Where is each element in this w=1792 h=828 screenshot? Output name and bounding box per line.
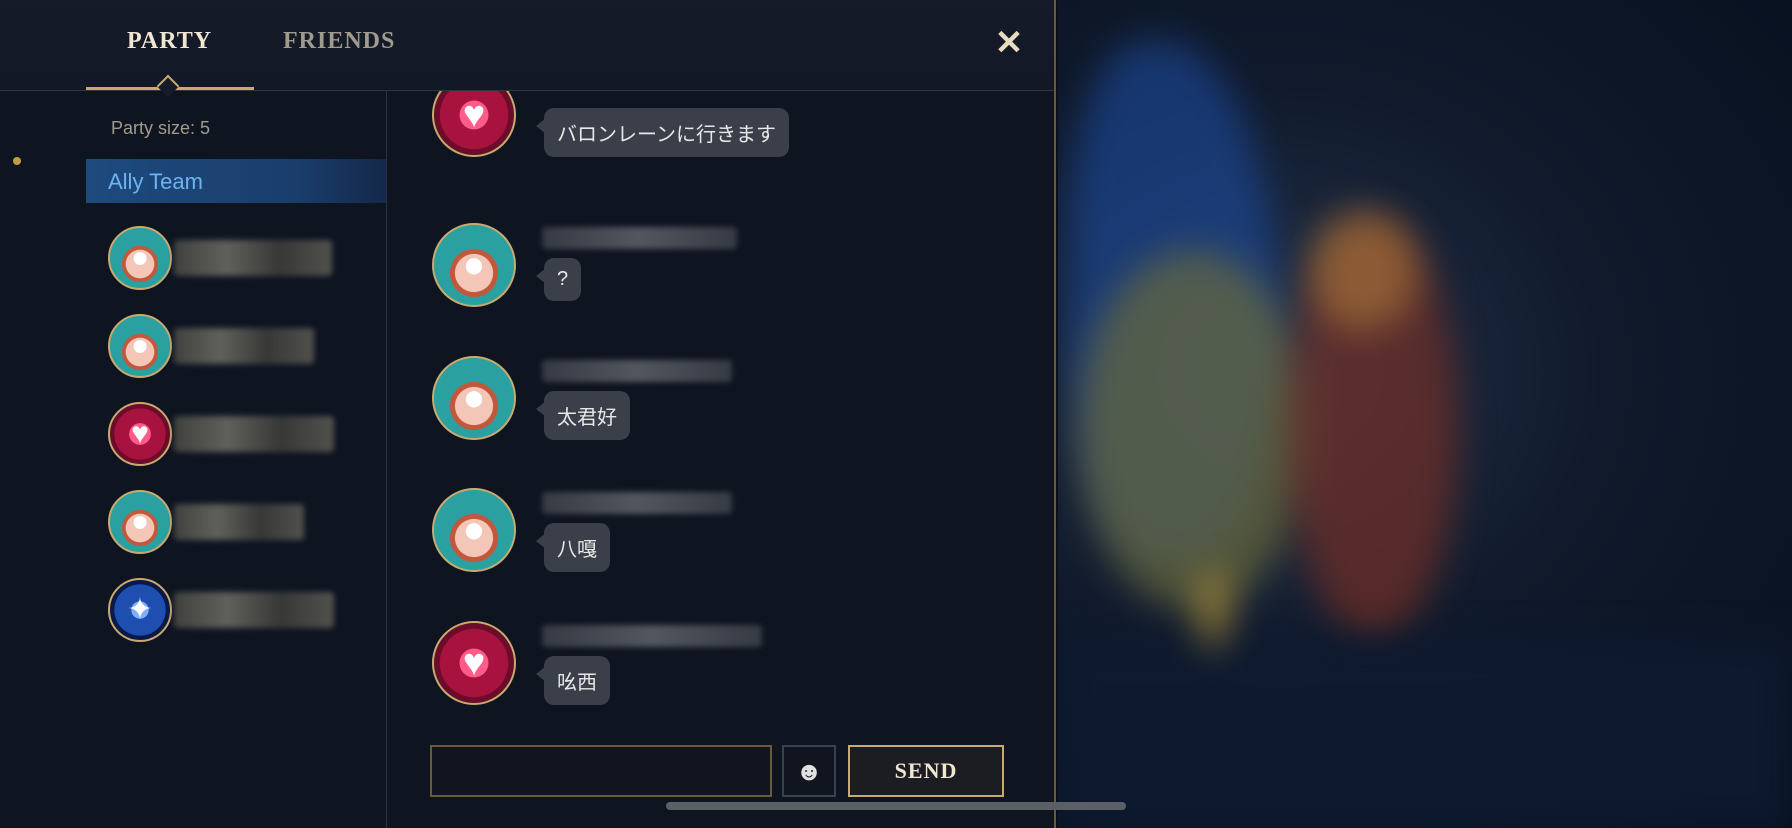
- message-bubble: ?: [535, 258, 582, 301]
- close-icon[interactable]: ✕: [992, 26, 1026, 60]
- poro-icon: ●: [108, 226, 172, 290]
- party-sidebar: Party size: 5 Ally Team ● ● ♥ ● ✦: [0, 91, 387, 828]
- party-member[interactable]: ✦: [108, 578, 338, 646]
- redacted-name: [174, 592, 334, 628]
- redacted-name: [174, 240, 332, 276]
- blurred-champion: [1078, 250, 1308, 610]
- message-bubble: 太君好: [536, 391, 630, 440]
- panel-header: PARTY FRIENDS ✕: [0, 0, 1054, 98]
- tab-friends[interactable]: FRIENDS: [283, 28, 395, 55]
- blurred-light: [1198, 570, 1228, 650]
- heart-icon: ♥: [432, 91, 516, 157]
- game-background: [1058, 0, 1792, 828]
- ally-team-label: Ally Team: [108, 169, 203, 194]
- redacted-sender-name: [542, 227, 737, 249]
- blurred-champion-head: [1308, 210, 1418, 330]
- chat-input[interactable]: [430, 745, 772, 797]
- redacted-name: [174, 416, 334, 452]
- blue-champion-icon: ✦: [108, 578, 172, 642]
- poro-icon: ●: [108, 490, 172, 554]
- unread-dot: [13, 157, 21, 165]
- blurred-floor: [1058, 640, 1792, 828]
- party-member[interactable]: ●: [108, 314, 338, 382]
- message-bubble: バロンレーンに行きます: [536, 108, 789, 157]
- poro-icon: ●: [432, 356, 516, 440]
- poro-icon: ●: [432, 223, 516, 307]
- redacted-name: [174, 328, 314, 364]
- party-member[interactable]: ●: [108, 226, 338, 294]
- heart-icon: ♥: [108, 402, 172, 466]
- message-list[interactable]: ♥ バロンレーンに行きます ● ? ● 太君好 ● 八嘎 ♥ 吆西: [388, 91, 1054, 731]
- redacted-sender-name: [542, 492, 732, 514]
- redacted-sender-name: [542, 360, 732, 382]
- party-size-label: Party size: 5: [111, 118, 211, 138]
- ally-team-channel[interactable]: Ally Team: [86, 159, 386, 203]
- tab-party[interactable]: PARTY: [127, 28, 212, 55]
- home-indicator[interactable]: [666, 802, 1126, 810]
- redacted-sender-name: [542, 625, 762, 647]
- message-bubble: 吆西: [536, 656, 610, 705]
- redacted-name: [174, 504, 304, 540]
- poro-icon: ●: [432, 488, 516, 572]
- message-bubble: 八嘎: [536, 523, 610, 572]
- party-member[interactable]: ●: [108, 490, 338, 558]
- chat-panel: PARTY FRIENDS ✕ Party size: 5 Ally Team …: [0, 0, 1056, 828]
- send-button[interactable]: SEND: [848, 745, 1004, 797]
- heart-icon: ♥: [432, 621, 516, 705]
- emoji-icon[interactable]: ☻: [782, 745, 836, 797]
- poro-icon: ●: [108, 314, 172, 378]
- party-member[interactable]: ♥: [108, 402, 338, 470]
